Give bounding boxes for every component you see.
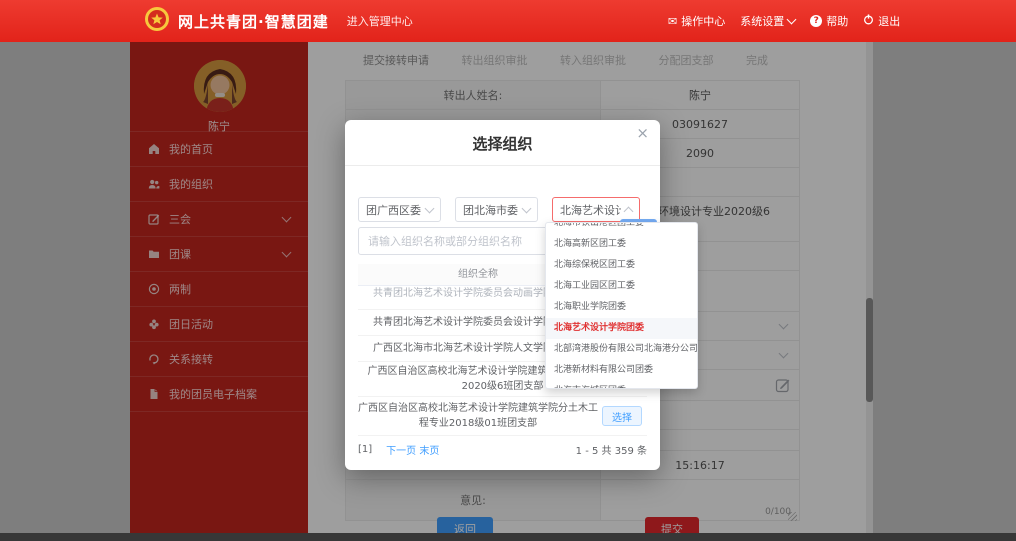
dropdown-item-selected[interactable]: 北海艺术设计学院团委 — [546, 318, 697, 339]
help-nav[interactable]: ? 帮助 — [810, 13, 848, 29]
mail-icon: ✉ — [668, 15, 677, 28]
modal-title: 选择组织 — [345, 133, 660, 154]
enter-admin-link[interactable]: 进入管理中心 — [347, 13, 413, 29]
dropdown-item[interactable]: 北海工业园区团工委 — [546, 276, 697, 297]
select-row-button[interactable]: 选择 — [602, 406, 642, 426]
power-icon — [863, 14, 874, 28]
dropdown-item[interactable]: 北海市海城区团委 — [546, 381, 697, 389]
chevron-down-icon — [425, 203, 435, 213]
org-dropdown-list: 北海市铁山港区团工委 北海高新区团工委 北海综保税区团工委 北海工业园区团工委 … — [545, 222, 698, 389]
app-title: 网上共青团·智慧团建 — [178, 11, 329, 32]
city-select[interactable]: 团北海市委 — [455, 197, 538, 222]
dropdown-item[interactable]: 北部湾港股份有限公司北海港分公司团委 — [546, 339, 697, 360]
current-page[interactable]: [1] — [358, 444, 372, 455]
chevron-down-icon — [787, 15, 797, 25]
app-window: 网上共青团·智慧团建 进入管理中心 ✉ 操作中心 系统设置 ? 帮助 退出 — [0, 0, 1016, 541]
top-header: 网上共青团·智慧团建 进入管理中心 ✉ 操作中心 系统设置 ? 帮助 退出 — [0, 0, 1016, 42]
dropdown-item[interactable]: 北海职业学院团委 — [546, 297, 697, 318]
logout-nav[interactable]: 退出 — [863, 13, 900, 29]
region-select[interactable]: 团广西区委 — [358, 197, 441, 222]
dropdown-item[interactable]: 北海综保税区团工委 — [546, 255, 697, 276]
chevron-down-icon — [522, 203, 532, 213]
system-settings-nav[interactable]: 系统设置 — [740, 13, 795, 29]
dropdown-item[interactable]: 北港新材料有限公司团委 — [546, 360, 697, 381]
pagination: [1] 下一页 末页 1 - 5 共 359 条 — [358, 442, 647, 457]
pagination-summary: 1 - 5 共 359 条 — [576, 442, 647, 457]
question-icon: ? — [810, 15, 822, 27]
pagination-links[interactable]: 下一页 末页 — [386, 442, 439, 457]
divider — [345, 165, 660, 166]
dropdown-item[interactable]: 北海高新区团工委 — [546, 234, 697, 255]
chevron-up-icon — [624, 206, 634, 216]
league-emblem-icon — [144, 6, 170, 36]
ops-center-nav[interactable]: ✉ 操作中心 — [668, 13, 725, 29]
dropdown-item[interactable]: 北海市铁山港区团工委 — [546, 222, 697, 234]
table-row[interactable]: 广西区自治区高校北海艺术设计学院建筑学院分土木工程专业2018级01班团支部 选… — [358, 397, 647, 436]
